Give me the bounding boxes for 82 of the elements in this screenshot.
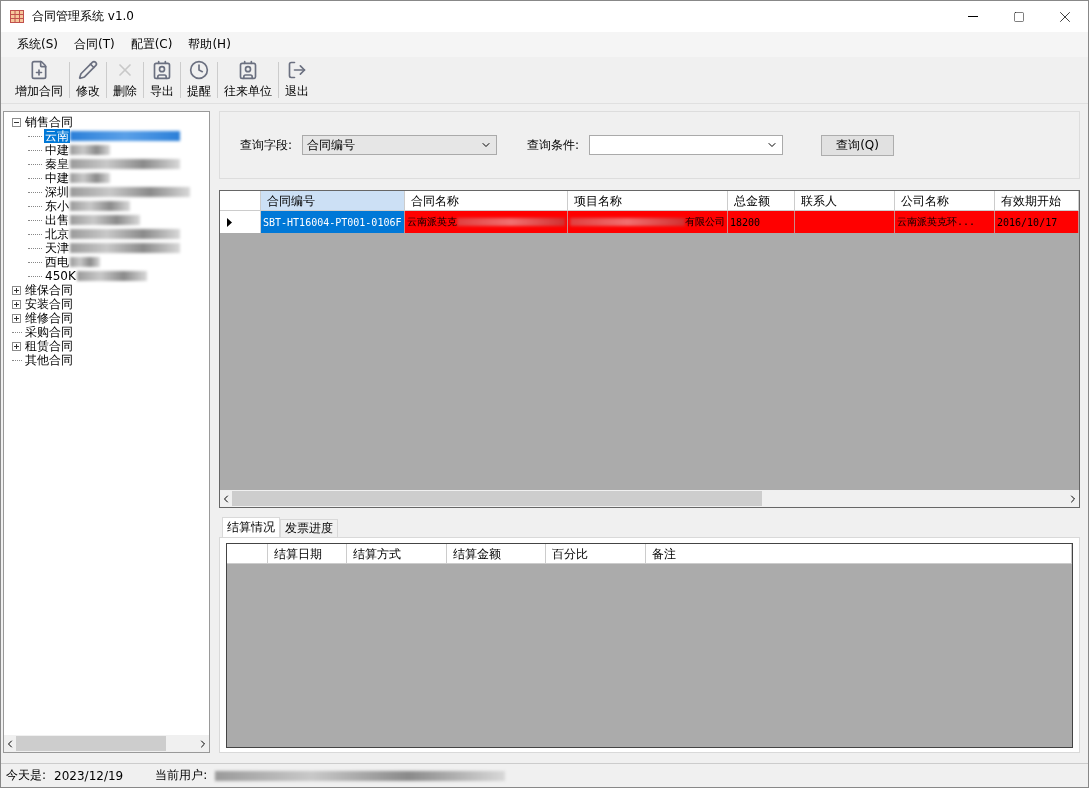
tree-node[interactable]: 450K — [44, 269, 77, 283]
query-button[interactable]: 查询(Q) — [821, 134, 895, 156]
exit-icon — [287, 60, 307, 80]
menu-item[interactable]: 帮助(H) — [180, 36, 239, 53]
tree-node[interactable]: 出售 — [44, 213, 70, 227]
tree-node[interactable]: 销售合同 — [24, 115, 74, 129]
tree-node[interactable]: 秦皇 — [44, 157, 70, 171]
condition-label: 查询条件: — [527, 136, 580, 154]
tree-node[interactable]: 北京 — [44, 227, 70, 241]
horizontal-scrollbar[interactable] — [220, 490, 1079, 507]
table-cell: SBT-HT16004-PT001-0106F — [261, 211, 405, 233]
toolbar-button[interactable]: 增加合同 — [9, 58, 69, 102]
column-header[interactable]: 联系人 — [795, 191, 895, 211]
redacted-text — [76, 271, 147, 281]
column-header[interactable]: 结算日期 — [268, 544, 347, 564]
redacted-text — [70, 145, 110, 155]
column-header[interactable]: 有效期开始 — [995, 191, 1079, 211]
tree-node[interactable]: 深圳 — [44, 185, 70, 199]
id-card-icon — [238, 60, 258, 80]
table-cell: 2016/10/17 — [995, 211, 1079, 233]
tree-node[interactable]: 安装合同 — [24, 297, 74, 311]
tree-node[interactable]: 云南 — [44, 129, 70, 143]
expand-icon[interactable] — [12, 313, 21, 323]
field-dropdown[interactable]: 合同编号 — [302, 135, 498, 155]
expand-icon[interactable] — [12, 341, 21, 351]
file-plus-icon — [29, 60, 49, 80]
date-label: 今天是: — [6, 767, 47, 784]
redacted-text — [70, 215, 140, 225]
expand-icon[interactable] — [12, 299, 21, 309]
column-header[interactable]: 结算金额 — [447, 544, 546, 564]
tree-node[interactable]: 东小 — [44, 199, 70, 213]
field-label: 查询字段: — [240, 136, 293, 154]
tree-node[interactable]: 其他合同 — [24, 353, 74, 367]
cell-text: 云南派英克 — [407, 215, 457, 229]
tree-node[interactable]: 中建 — [44, 171, 70, 185]
tree-node[interactable]: 天津 — [44, 241, 70, 255]
horizontal-scrollbar[interactable] — [4, 735, 209, 752]
cell-text: 有限公司 — [685, 215, 725, 229]
tree-node[interactable]: 租赁合同 — [24, 339, 74, 353]
table-row[interactable]: SBT-HT16004-PT001-0106F 云南派英克 有限公司 18200 云南派英克环... 2016/10/17 — [220, 211, 1079, 233]
minimize-icon — [968, 16, 978, 17]
toolbar-button[interactable]: 提醒 — [181, 58, 217, 102]
tree-node[interactable]: 维修合同 — [24, 311, 74, 325]
user-label: 当前用户: — [155, 767, 208, 784]
menu-item[interactable]: 系统(S) — [9, 36, 66, 53]
column-header[interactable]: 公司名称 — [895, 191, 995, 211]
redacted-text — [70, 173, 110, 183]
corner-header — [227, 544, 268, 564]
column-header[interactable]: 合同名称 — [405, 191, 568, 211]
table-cell: 云南派英克环... — [895, 211, 995, 233]
tree-node[interactable]: 西电 — [44, 255, 70, 269]
tree-node[interactable]: 采购合同 — [24, 325, 74, 339]
tree-node[interactable]: 维保合同 — [24, 283, 74, 297]
corner-header — [220, 191, 261, 211]
toolbar-button[interactable]: 修改 — [70, 58, 106, 102]
collapse-icon[interactable] — [12, 117, 21, 127]
column-header[interactable]: 百分比 — [546, 544, 646, 564]
column-header[interactable]: 备注 — [646, 544, 1072, 564]
maximize-icon — [1013, 10, 1025, 23]
redacted-text — [70, 257, 100, 267]
condition-dropdown[interactable] — [589, 135, 784, 155]
column-header[interactable]: 项目名称 — [568, 191, 728, 211]
id-card-icon — [152, 60, 172, 80]
menu-item[interactable]: 配置(C) — [122, 36, 181, 53]
toolbar-button[interactable]: 退出 — [279, 58, 315, 102]
table-cell: 18200 — [728, 211, 795, 233]
column-header[interactable]: 合同编号 — [261, 191, 405, 211]
expand-icon[interactable] — [12, 285, 21, 295]
window-title: 合同管理系统 v1.0 — [32, 8, 135, 25]
tab[interactable]: 结算情况 — [222, 517, 280, 537]
column-header[interactable]: 结算方式 — [347, 544, 447, 564]
tab[interactable]: 发票进度 — [280, 519, 338, 537]
clock-icon — [189, 60, 209, 80]
app-icon — [10, 10, 24, 23]
redacted-text — [70, 201, 130, 211]
toolbar-button[interactable]: 往来单位 — [218, 58, 278, 102]
tree-node[interactable]: 中建 — [44, 143, 70, 157]
toolbar-button[interactable]: 导出 — [144, 58, 180, 102]
current-date: 2023/12/19 — [54, 768, 124, 783]
menu-item[interactable]: 合同(T) — [66, 36, 123, 53]
pencil-icon — [78, 60, 98, 80]
column-header[interactable]: 总金额 — [728, 191, 795, 211]
